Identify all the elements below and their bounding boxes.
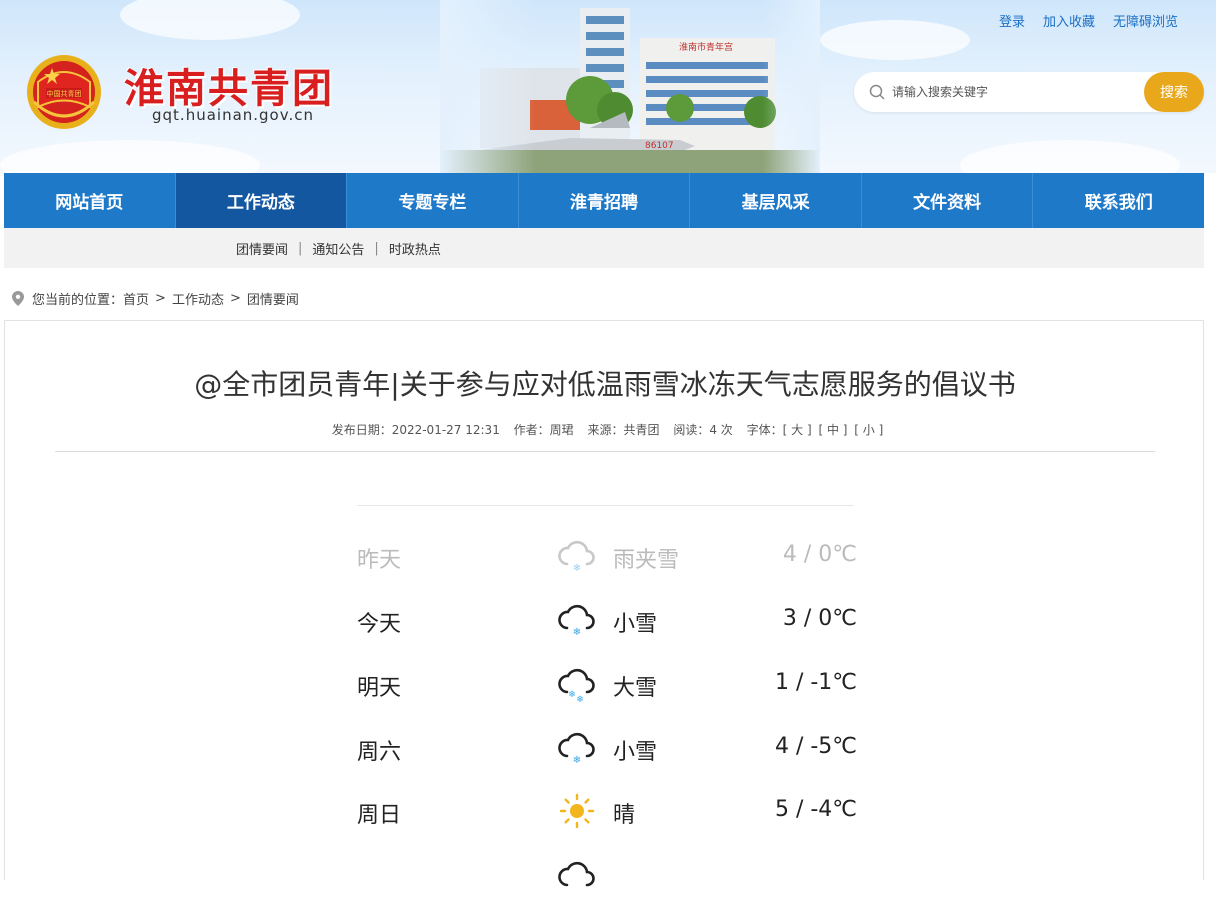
article-meta: 发布日期：2022-01-27 12:31 作者：周珺 来源：共青团 阅读：4 … (5, 421, 1205, 438)
breadcrumb: 您当前的位置： 首页 > 工作动态 > 团情要闻 (12, 289, 299, 308)
sub-nav: 团情要闻 | 通知公告 | 时政热点 (4, 228, 1204, 268)
search-button[interactable]: 搜索 (1144, 72, 1204, 112)
sleet-icon: ❄ (558, 540, 595, 574)
weather-top-divider (357, 505, 854, 506)
publish-date: 发布日期：2022-01-27 12:31 (331, 423, 500, 437)
subnav-item-league-news[interactable]: 团情要闻 (236, 239, 288, 258)
svg-text:❄: ❄ (573, 755, 581, 766)
nav-item-work-news[interactable]: 工作动态 (175, 173, 348, 228)
weather-condition: 小雪 (613, 740, 658, 765)
weather-day: 周六 (357, 740, 402, 765)
subnav-separator: | (298, 240, 303, 256)
sunny-icon (559, 793, 595, 829)
weather-day: 周日 (357, 803, 402, 828)
accessibility-link[interactable]: 无障碍浏览 (1113, 11, 1178, 30)
weather-temperature: 4 / -5℃ (774, 734, 857, 759)
weather-row: 周日 晴 5 / -4℃ (357, 791, 857, 831)
nav-item-recruitment[interactable]: 淮青招聘 (519, 173, 691, 228)
weather-row: 明天 ❄ ❄ 大雪 1 / -1℃ (357, 664, 857, 704)
heavy-snow-icon: ❄ ❄ (558, 668, 595, 704)
font-size-large-button[interactable]: [ 大 ] (783, 423, 812, 437)
weather-day: 今天 (357, 612, 402, 637)
weather-temperature: 1 / -1℃ (774, 670, 857, 695)
weather-row: 今天 ❄ 小雪 3 / 0℃ (357, 600, 857, 640)
weather-temperature: 3 / 0℃ (782, 606, 857, 631)
article-title: @全市团员青年|关于参与应对低温雨雪冰冻天气志愿服务的倡议书 (194, 368, 1016, 401)
title-divider (55, 451, 1155, 452)
breadcrumb-work-news[interactable]: 工作动态 (172, 289, 224, 308)
font-size-label: 字体： (746, 423, 783, 437)
site-header: 中国共青团 淮南共青团 gqt.huainan.gov.cn 淮南市青年宫 (0, 0, 1216, 173)
nav-item-special-topics[interactable]: 专题专栏 (347, 173, 519, 228)
subnav-item-current-affairs[interactable]: 时政热点 (389, 239, 441, 258)
nav-item-documents[interactable]: 文件资料 (862, 173, 1034, 228)
weather-temperature: 5 / -4℃ (774, 797, 857, 822)
weather-condition: 晴 (613, 803, 636, 828)
location-pin-icon (12, 291, 24, 306)
nav-item-contact[interactable]: 联系我们 (1033, 173, 1204, 228)
source: 来源：共青团 (587, 423, 660, 437)
light-snow-icon: ❄ (558, 604, 595, 638)
svg-text:❄: ❄ (568, 690, 576, 700)
breadcrumb-separator: > (229, 291, 241, 306)
weather-condition: 大雪 (613, 676, 658, 701)
breadcrumb-prefix: 您当前的位置： (32, 293, 124, 308)
search-box: 搜索 (854, 72, 1204, 112)
breadcrumb-home[interactable]: 首页 (123, 289, 149, 308)
breadcrumb-league-news[interactable]: 团情要闻 (247, 289, 299, 308)
svg-text:❄: ❄ (573, 627, 581, 638)
add-favorite-link[interactable]: 加入收藏 (1043, 11, 1095, 30)
font-size-medium-button[interactable]: [ 中 ] (818, 423, 847, 437)
subnav-item-notices[interactable]: 通知公告 (312, 239, 364, 258)
login-link[interactable]: 登录 (999, 11, 1025, 30)
subnav-separator: | (374, 240, 379, 256)
communist-youth-league-emblem-icon: 中国共青团 (27, 55, 101, 129)
article-container: @全市团员青年|关于参与应对低温雨雪冰冻天气志愿服务的倡议书 发布日期：2022… (4, 320, 1205, 887)
top-links: 登录 加入收藏 无障碍浏览 (999, 11, 1178, 30)
svg-text:❄: ❄ (576, 695, 584, 704)
weather-day: 明天 (357, 676, 402, 701)
site-domain: gqt.huainan.gov.cn (152, 106, 314, 124)
weather-condition: 雨夹雪 (613, 548, 680, 573)
nav-item-grassroots[interactable]: 基层风采 (690, 173, 862, 228)
weather-row: 昨天 ❄ 雨夹雪 4 / 0℃ (357, 536, 857, 576)
svg-text:❄: ❄ (573, 563, 581, 574)
nav-item-home[interactable]: 网站首页 (4, 173, 176, 228)
weather-day: 昨天 (357, 548, 402, 573)
main-nav: 网站首页 工作动态 专题专栏 淮青招聘 基层风采 文件资料 联系我们 (4, 173, 1204, 228)
font-size-small-button[interactable]: [ 小 ] (854, 423, 883, 437)
youth-palace-building-image: 淮南市青年宫 86107 (440, 0, 820, 173)
author: 作者：周珺 (513, 423, 574, 437)
weather-condition: 小雪 (613, 612, 658, 637)
light-snow-icon: ❄ (558, 732, 595, 766)
weather-row: 周六 ❄ 小雪 4 / -5℃ (357, 728, 857, 768)
weather-temperature: 4 / 0℃ (782, 542, 857, 567)
search-icon (869, 84, 885, 100)
cloud-icon (558, 861, 595, 887)
search-input[interactable] (892, 82, 1132, 102)
svg-text:中国共青团: 中国共青团 (47, 89, 82, 98)
breadcrumb-separator: > (155, 291, 166, 306)
read-count: 阅读：4 次 (673, 423, 733, 437)
